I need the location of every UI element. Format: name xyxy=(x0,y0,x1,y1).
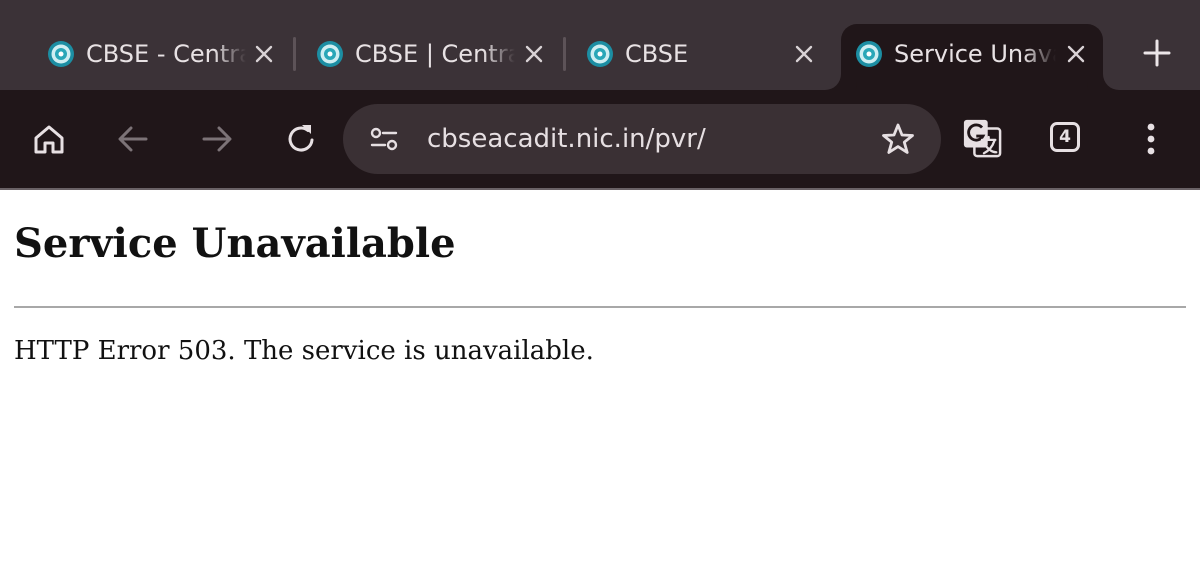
address-bar[interactable]: cbseacadit.nic.in/pvr/ xyxy=(343,104,941,174)
tab-title: CBSE xyxy=(625,40,689,68)
horizontal-rule xyxy=(14,306,1186,308)
tab-count-button[interactable]: 4 xyxy=(1050,122,1080,152)
cbse-logo-icon xyxy=(317,41,343,67)
tab-strip: CBSE - Central Board of Secondary Educat… xyxy=(0,0,1200,90)
tab-separator xyxy=(293,37,296,71)
close-icon[interactable] xyxy=(792,42,816,66)
translate-icon[interactable] xyxy=(962,118,1002,158)
star-icon[interactable] xyxy=(881,122,915,156)
more-vert-icon[interactable] xyxy=(1131,119,1171,159)
tab-cbse[interactable]: CBSE xyxy=(572,24,834,90)
reload-icon[interactable] xyxy=(281,119,321,159)
toolbar: cbseacadit.nic.in/pvr/ 4 xyxy=(0,90,1200,188)
plus-icon[interactable] xyxy=(1140,36,1174,70)
tab-service-unavailable[interactable]: Service Unavailable xyxy=(841,24,1103,90)
home-icon[interactable] xyxy=(29,119,69,159)
close-icon[interactable] xyxy=(522,42,546,66)
tab-title: CBSE | Central Board of Secondary Educat… xyxy=(355,40,515,68)
page-title: Service Unavailable xyxy=(14,220,456,267)
error-message: HTTP Error 503. The service is unavailab… xyxy=(14,336,594,366)
tab-cbse-central-2[interactable]: CBSE | Central Board of Secondary Educat… xyxy=(302,24,564,90)
arrow-right-icon[interactable] xyxy=(197,119,237,159)
arrow-left-icon[interactable] xyxy=(113,119,153,159)
tab-title: Service Unavailable xyxy=(894,40,1056,68)
close-icon[interactable] xyxy=(252,42,276,66)
tab-separator xyxy=(563,37,566,71)
cbse-logo-icon xyxy=(48,41,74,67)
tab-title: CBSE - Central Board of Secondary Educat… xyxy=(86,40,246,68)
tune-icon[interactable] xyxy=(369,126,399,152)
page-content: Service Unavailable HTTP Error 503. The … xyxy=(0,190,1200,568)
cbse-logo-icon xyxy=(587,41,613,67)
tab-cbse-central-1[interactable]: CBSE - Central Board of Secondary Educat… xyxy=(33,24,295,90)
url-text[interactable]: cbseacadit.nic.in/pvr/ xyxy=(427,122,706,156)
close-icon[interactable] xyxy=(1064,42,1088,66)
cbse-logo-icon xyxy=(856,41,882,67)
